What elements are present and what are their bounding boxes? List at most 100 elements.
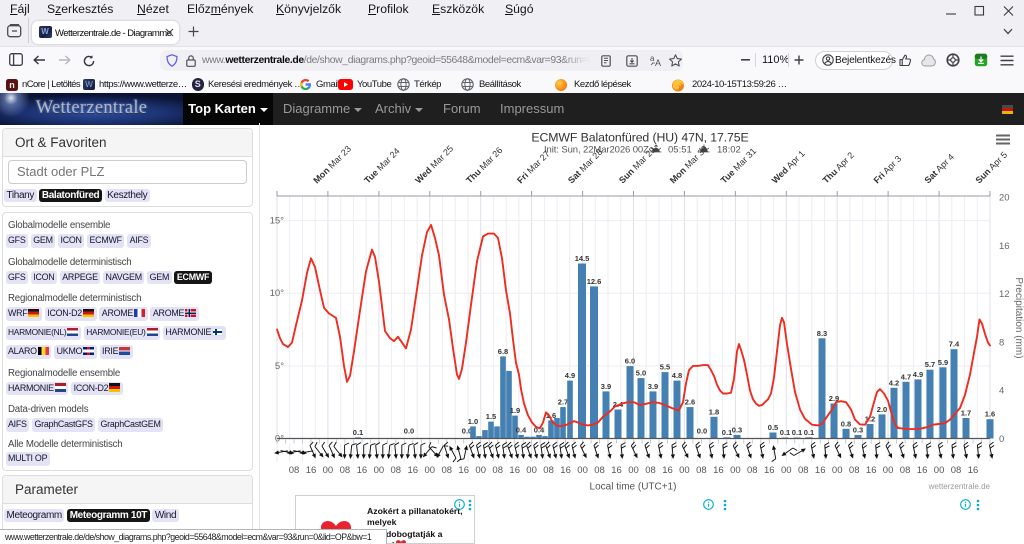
svg-text:00: 00 [374, 465, 385, 476]
svg-text:0.0: 0.0 [404, 427, 414, 436]
svg-text:0.1: 0.1 [722, 428, 732, 437]
svg-text:16: 16 [815, 465, 826, 476]
svg-text:3.9: 3.9 [648, 382, 658, 391]
svg-text:6.0: 6.0 [625, 357, 635, 366]
svg-text:08: 08 [340, 465, 351, 476]
svg-text:00: 00 [883, 465, 894, 476]
svg-text:0.1: 0.1 [780, 428, 790, 437]
svg-text:0.5: 0.5 [768, 423, 778, 432]
svg-text:00: 00 [475, 465, 486, 476]
svg-text:00: 00 [832, 465, 843, 476]
svg-text:1.0: 1.0 [468, 417, 478, 426]
svg-text:0.1: 0.1 [804, 428, 814, 437]
svg-text:0.1: 0.1 [353, 428, 363, 437]
svg-text:15°: 15° [270, 216, 285, 227]
svg-text:4.7: 4.7 [901, 372, 911, 381]
svg-text:00: 00 [526, 465, 537, 476]
svg-text:16: 16 [917, 465, 928, 476]
svg-text:4: 4 [999, 386, 1004, 397]
svg-text:0.1: 0.1 [792, 428, 802, 437]
svg-text:A: A [655, 58, 661, 67]
svg-text:12.6: 12.6 [587, 277, 602, 286]
svg-text:00: 00 [628, 465, 639, 476]
svg-text:1.9: 1.9 [510, 406, 520, 415]
svg-text:Mon Mar 23: Mon Mar 23 [311, 144, 353, 186]
svg-text:08: 08 [849, 465, 860, 476]
svg-text:18:02: 18:02 [717, 145, 741, 156]
svg-text:16: 16 [764, 465, 775, 476]
svg-text:08: 08 [442, 465, 453, 476]
svg-text:wetterzentrale.de: wetterzentrale.de [928, 482, 991, 491]
svg-text:Fri Mar 27: Fri Mar 27 [515, 149, 552, 186]
svg-text:0.4: 0.4 [516, 425, 527, 434]
svg-text:5.9: 5.9 [938, 358, 948, 367]
svg-text:00: 00 [730, 465, 741, 476]
svg-text:Sun Apr 5: Sun Apr 5 [973, 150, 1009, 186]
svg-text:16: 16 [968, 465, 979, 476]
svg-text:10°: 10° [270, 288, 285, 299]
svg-text:8.3: 8.3 [817, 329, 827, 338]
svg-text:00: 00 [679, 465, 690, 476]
svg-text:16: 16 [662, 465, 673, 476]
svg-text:16: 16 [611, 465, 622, 476]
svg-text:4.9: 4.9 [913, 370, 923, 379]
svg-text:Tue Mar 24: Tue Mar 24 [362, 146, 401, 185]
svg-text:08: 08 [289, 465, 300, 476]
svg-text:1.5: 1.5 [486, 412, 496, 421]
svg-text:16: 16 [408, 465, 419, 476]
svg-text:16: 16 [458, 465, 469, 476]
svg-text:1.7: 1.7 [961, 409, 971, 418]
svg-text:5.0: 5.0 [636, 369, 646, 378]
svg-text:16: 16 [999, 241, 1010, 252]
svg-text:16: 16 [560, 465, 571, 476]
svg-text:5.7: 5.7 [925, 360, 935, 369]
svg-text:2.0: 2.0 [877, 405, 887, 414]
svg-text:08: 08 [594, 465, 605, 476]
svg-text:00: 00 [425, 465, 436, 476]
svg-text:1.6: 1.6 [985, 410, 995, 419]
svg-text:08: 08 [696, 465, 707, 476]
svg-text:ECMWF Balatonfüred (HU) 47N, 1: ECMWF Balatonfüred (HU) 47N, 17.75E [531, 131, 748, 145]
svg-text:4.9: 4.9 [565, 371, 575, 380]
svg-text:1.8: 1.8 [709, 407, 719, 416]
svg-text:7.4: 7.4 [949, 340, 960, 349]
svg-text:12: 12 [999, 289, 1010, 300]
svg-text:0.3: 0.3 [732, 425, 742, 434]
svg-text:16: 16 [713, 465, 724, 476]
svg-text:00: 00 [323, 465, 334, 476]
svg-text:05:51: 05:51 [668, 145, 692, 156]
svg-text:08: 08 [543, 465, 554, 476]
svg-text:Local time (UTC+1): Local time (UTC+1) [590, 482, 677, 493]
svg-text:0.0: 0.0 [697, 427, 707, 436]
svg-text:4.2: 4.2 [889, 378, 899, 387]
svg-text:4.8: 4.8 [672, 371, 682, 380]
svg-text:08: 08 [798, 465, 809, 476]
svg-text:00: 00 [577, 465, 588, 476]
svg-text:5.5: 5.5 [660, 363, 670, 372]
svg-text:8: 8 [999, 337, 1004, 348]
svg-text:Sat Apr 4: Sat Apr 4 [922, 152, 956, 186]
svg-text:Wed Mar 25: Wed Mar 25 [413, 143, 455, 185]
svg-text:20: 20 [999, 193, 1010, 204]
svg-text:2.7: 2.7 [558, 398, 568, 407]
svg-text:08: 08 [747, 465, 758, 476]
svg-text:Fri Apr 3: Fri Apr 3 [872, 154, 904, 186]
svg-text:08: 08 [492, 465, 503, 476]
svg-text:Precipitation (mm): Precipitation (mm) [1013, 277, 1024, 358]
svg-text:3.9: 3.9 [601, 382, 611, 391]
svg-text:14.5: 14.5 [575, 254, 590, 263]
svg-text:0.3: 0.3 [853, 425, 863, 434]
svg-text:00: 00 [934, 465, 945, 476]
svg-text:5°: 5° [275, 361, 284, 372]
svg-text:Thu Apr 2: Thu Apr 2 [821, 150, 856, 185]
svg-text:2.6: 2.6 [685, 398, 695, 407]
svg-text:08: 08 [951, 465, 962, 476]
svg-text:16: 16 [509, 465, 520, 476]
svg-text:0: 0 [999, 434, 1004, 445]
svg-text:08: 08 [645, 465, 656, 476]
svg-text:16: 16 [306, 465, 317, 476]
svg-text:Thu Mar 26: Thu Mar 26 [464, 145, 504, 185]
svg-text:08: 08 [391, 465, 402, 476]
svg-text:16: 16 [357, 465, 368, 476]
svg-text:08: 08 [900, 465, 911, 476]
